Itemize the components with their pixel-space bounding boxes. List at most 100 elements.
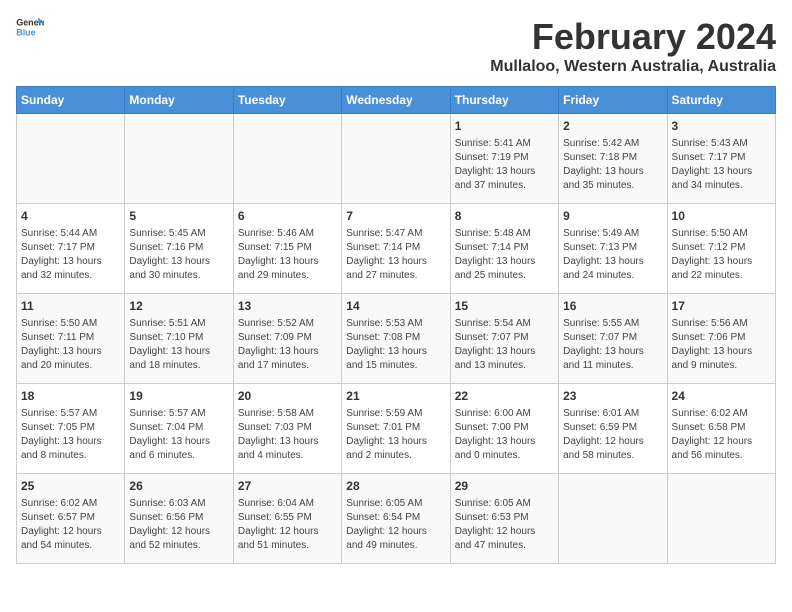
- day-number: 14: [346, 298, 445, 315]
- cell-content: Sunrise: 6:02 AMSunset: 6:58 PMDaylight:…: [672, 407, 771, 463]
- cell-content: Sunrise: 5:53 AMSunset: 7:08 PMDaylight:…: [346, 317, 445, 373]
- calendar-cell: 2 Sunrise: 5:42 AMSunset: 7:18 PMDaylight…: [559, 114, 667, 204]
- day-number: 6: [238, 208, 337, 225]
- logo-icon: General Blue: [16, 16, 44, 38]
- calendar-cell: 8 Sunrise: 5:48 AMSunset: 7:14 PMDaylight…: [450, 204, 558, 294]
- cell-content: Sunrise: 5:56 AMSunset: 7:06 PMDaylight:…: [672, 317, 771, 373]
- day-number: 22: [455, 388, 554, 405]
- calendar-cell: 6 Sunrise: 5:46 AMSunset: 7:15 PMDaylight…: [233, 204, 341, 294]
- header-cell-wednesday: Wednesday: [342, 87, 450, 114]
- calendar-week-5: 25 Sunrise: 6:02 AMSunset: 6:57 PMDayligh…: [17, 474, 776, 564]
- svg-text:Blue: Blue: [16, 27, 35, 37]
- cell-content: Sunrise: 5:59 AMSunset: 7:01 PMDaylight:…: [346, 407, 445, 463]
- day-number: 10: [672, 208, 771, 225]
- day-number: 25: [21, 478, 120, 495]
- calendar-cell: [125, 114, 233, 204]
- day-number: 7: [346, 208, 445, 225]
- day-number: 20: [238, 388, 337, 405]
- calendar-week-1: 1 Sunrise: 5:41 AMSunset: 7:19 PMDaylight…: [17, 114, 776, 204]
- day-number: 23: [563, 388, 662, 405]
- cell-content: Sunrise: 5:51 AMSunset: 7:10 PMDaylight:…: [129, 317, 228, 373]
- cell-content: Sunrise: 6:05 AMSunset: 6:54 PMDaylight:…: [346, 497, 445, 553]
- calendar-cell: [17, 114, 125, 204]
- calendar-cell: 21 Sunrise: 5:59 AMSunset: 7:01 PMDayligh…: [342, 384, 450, 474]
- calendar-week-2: 4 Sunrise: 5:44 AMSunset: 7:17 PMDaylight…: [17, 204, 776, 294]
- calendar-cell: [233, 114, 341, 204]
- day-number: 24: [672, 388, 771, 405]
- cell-content: Sunrise: 6:05 AMSunset: 6:53 PMDaylight:…: [455, 497, 554, 553]
- subtitle: Mullaloo, Western Australia, Australia: [490, 58, 776, 76]
- day-number: 21: [346, 388, 445, 405]
- calendar-cell: 26Sunrise: 6:03 AMSunset: 6:56 PMDayligh…: [125, 474, 233, 564]
- cell-content: Sunrise: 5:50 AMSunset: 7:12 PMDaylight:…: [672, 227, 771, 283]
- calendar-cell: 3Sunrise: 5:43 AMSunset: 7:17 PMDaylight…: [667, 114, 775, 204]
- calendar-cell: 14 Sunrise: 5:53 AMSunset: 7:08 PMDayligh…: [342, 294, 450, 384]
- header-cell-saturday: Saturday: [667, 87, 775, 114]
- day-number: 5: [129, 208, 228, 225]
- logo: General Blue: [16, 16, 44, 38]
- day-number: 4: [21, 208, 120, 225]
- cell-content: Sunrise: 6:02 AMSunset: 6:57 PMDaylight:…: [21, 497, 120, 553]
- calendar-cell: 29 Sunrise: 6:05 AMSunset: 6:53 PMDayligh…: [450, 474, 558, 564]
- day-number: 29: [455, 478, 554, 495]
- day-number: 8: [455, 208, 554, 225]
- calendar-cell: 7 Sunrise: 5:47 AMSunset: 7:14 PMDaylight…: [342, 204, 450, 294]
- calendar-cell: 11Sunrise: 5:50 AMSunset: 7:11 PMDayligh…: [17, 294, 125, 384]
- calendar-body: 1 Sunrise: 5:41 AMSunset: 7:19 PMDaylight…: [17, 114, 776, 564]
- calendar-cell: 4 Sunrise: 5:44 AMSunset: 7:17 PMDaylight…: [17, 204, 125, 294]
- calendar-cell: 27 Sunrise: 6:04 AMSunset: 6:55 PMDayligh…: [233, 474, 341, 564]
- header-cell-tuesday: Tuesday: [233, 87, 341, 114]
- day-number: 28: [346, 478, 445, 495]
- cell-content: Sunrise: 5:47 AMSunset: 7:14 PMDaylight:…: [346, 227, 445, 283]
- day-number: 18: [21, 388, 120, 405]
- cell-content: Sunrise: 5:44 AMSunset: 7:17 PMDaylight:…: [21, 227, 120, 283]
- day-number: 9: [563, 208, 662, 225]
- cell-content: Sunrise: 5:42 AMSunset: 7:18 PMDaylight:…: [563, 137, 662, 193]
- calendar-cell: 16 Sunrise: 5:55 AMSunset: 7:07 PMDayligh…: [559, 294, 667, 384]
- calendar-cell: 24 Sunrise: 6:02 AMSunset: 6:58 PMDayligh…: [667, 384, 775, 474]
- day-number: 13: [238, 298, 337, 315]
- day-number: 11: [21, 298, 120, 315]
- cell-content: Sunrise: 6:04 AMSunset: 6:55 PMDaylight:…: [238, 497, 337, 553]
- calendar-cell: [667, 474, 775, 564]
- cell-content: Sunrise: 5:54 AMSunset: 7:07 PMDaylight:…: [455, 317, 554, 373]
- cell-content: Sunrise: 5:48 AMSunset: 7:14 PMDaylight:…: [455, 227, 554, 283]
- day-number: 17: [672, 298, 771, 315]
- cell-content: Sunrise: 5:41 AMSunset: 7:19 PMDaylight:…: [455, 137, 554, 193]
- header-cell-thursday: Thursday: [450, 87, 558, 114]
- day-number: 2: [563, 118, 662, 135]
- header-row: SundayMondayTuesdayWednesdayThursdayFrid…: [17, 87, 776, 114]
- header-cell-monday: Monday: [125, 87, 233, 114]
- main-title: February 2024: [490, 16, 776, 58]
- day-number: 15: [455, 298, 554, 315]
- cell-content: Sunrise: 5:58 AMSunset: 7:03 PMDaylight:…: [238, 407, 337, 463]
- calendar-cell: [342, 114, 450, 204]
- day-number: 19: [129, 388, 228, 405]
- calendar-cell: 22Sunrise: 6:00 AMSunset: 7:00 PMDayligh…: [450, 384, 558, 474]
- calendar-cell: 12Sunrise: 5:51 AMSunset: 7:10 PMDayligh…: [125, 294, 233, 384]
- calendar-cell: 9Sunrise: 5:49 AMSunset: 7:13 PMDaylight…: [559, 204, 667, 294]
- day-number: 1: [455, 118, 554, 135]
- cell-content: Sunrise: 5:43 AMSunset: 7:17 PMDaylight:…: [672, 137, 771, 193]
- calendar-cell: 28 Sunrise: 6:05 AMSunset: 6:54 PMDayligh…: [342, 474, 450, 564]
- day-number: 27: [238, 478, 337, 495]
- calendar-cell: 20 Sunrise: 5:58 AMSunset: 7:03 PMDayligh…: [233, 384, 341, 474]
- cell-content: Sunrise: 6:03 AMSunset: 6:56 PMDaylight:…: [129, 497, 228, 553]
- header-cell-friday: Friday: [559, 87, 667, 114]
- cell-content: Sunrise: 5:52 AMSunset: 7:09 PMDaylight:…: [238, 317, 337, 373]
- cell-content: Sunrise: 5:55 AMSunset: 7:07 PMDaylight:…: [563, 317, 662, 373]
- calendar-cell: 17 Sunrise: 5:56 AMSunset: 7:06 PMDayligh…: [667, 294, 775, 384]
- calendar-cell: 19Sunrise: 5:57 AMSunset: 7:04 PMDayligh…: [125, 384, 233, 474]
- calendar-week-4: 18 Sunrise: 5:57 AMSunset: 7:05 PMDayligh…: [17, 384, 776, 474]
- calendar-cell: 15 Sunrise: 5:54 AMSunset: 7:07 PMDayligh…: [450, 294, 558, 384]
- cell-content: Sunrise: 6:01 AMSunset: 6:59 PMDaylight:…: [563, 407, 662, 463]
- calendar-header: SundayMondayTuesdayWednesdayThursdayFrid…: [17, 87, 776, 114]
- calendar-cell: [559, 474, 667, 564]
- cell-content: Sunrise: 5:57 AMSunset: 7:05 PMDaylight:…: [21, 407, 120, 463]
- header: General Blue February 2024 Mullaloo, Wes…: [16, 16, 776, 76]
- calendar-week-3: 11Sunrise: 5:50 AMSunset: 7:11 PMDayligh…: [17, 294, 776, 384]
- calendar-cell: 5Sunrise: 5:45 AMSunset: 7:16 PMDaylight…: [125, 204, 233, 294]
- day-number: 16: [563, 298, 662, 315]
- cell-content: Sunrise: 5:46 AMSunset: 7:15 PMDaylight:…: [238, 227, 337, 283]
- title-block: February 2024 Mullaloo, Western Australi…: [490, 16, 776, 76]
